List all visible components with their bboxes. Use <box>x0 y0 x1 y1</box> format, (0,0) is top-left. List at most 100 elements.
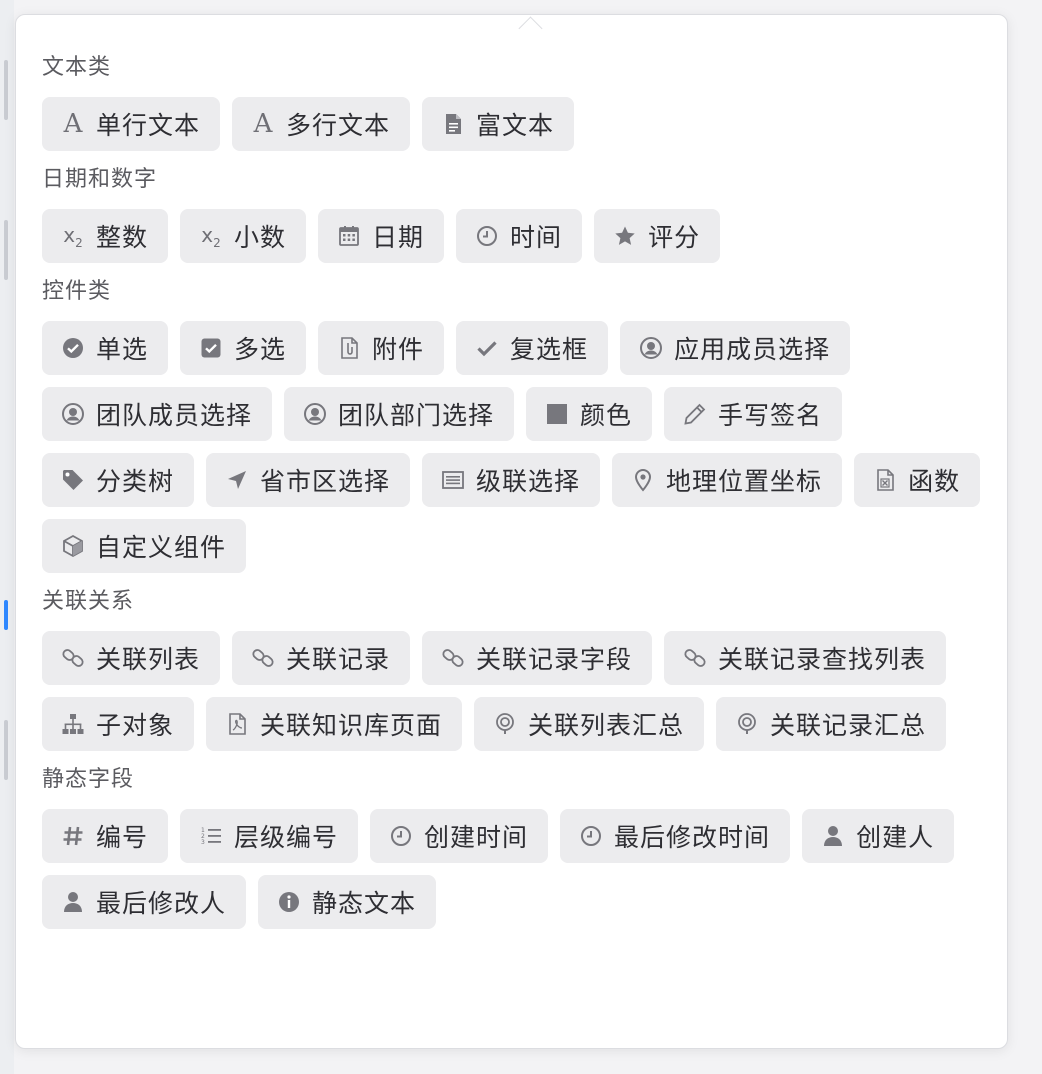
field-type-option[interactable]: x2 整数 <box>42 209 169 263</box>
field-type-label: 关联列表 <box>96 645 201 674</box>
field-type-label: 应用成员选择 <box>674 335 831 364</box>
field-type-option[interactable]: 最后修改人 <box>42 875 247 929</box>
field-type-option[interactable]: 关联记录字段 <box>422 631 653 685</box>
section-title: 文本类 <box>42 55 112 80</box>
field-type-row: x2 整数 x2 小数 日期 时间 评分 <box>42 209 987 263</box>
field-type-option[interactable]: 编号 <box>42 809 169 863</box>
link-icon <box>682 645 708 671</box>
calendar-icon <box>336 223 362 249</box>
field-type-option[interactable]: 自定义组件 <box>42 519 247 573</box>
hierarchy-icon <box>60 711 86 737</box>
field-type-option[interactable]: 评分 <box>594 209 721 263</box>
numbered-list-icon: 123 <box>198 823 224 849</box>
field-type-option[interactable]: 日期 <box>318 209 445 263</box>
field-group-section: 日期和数字 x2 整数 x2 小数 日期 时间 评分 <box>42 163 987 263</box>
field-type-option[interactable]: 级联选择 <box>422 453 601 507</box>
field-type-label: 层级编号 <box>234 823 339 852</box>
field-type-row: 单选 多选 附件 复选框 应用成员选择团队成员选择 团队部门选择 颜色 手写签名分类树 省市区选… <box>42 321 987 573</box>
field-type-label: 关联记录查找列表 <box>718 645 927 674</box>
field-type-option[interactable]: A 单行文本 <box>42 97 221 151</box>
field-type-option[interactable]: x2 小数 <box>180 209 307 263</box>
field-type-option[interactable]: 关联列表汇总 <box>474 697 705 751</box>
field-type-label: 团队成员选择 <box>96 401 253 430</box>
field-type-label: 复选框 <box>510 335 589 364</box>
field-type-label: 省市区选择 <box>260 467 391 496</box>
field-type-label: 富文本 <box>476 111 555 140</box>
field-type-option[interactable]: 附件 <box>318 321 445 375</box>
field-type-option[interactable]: 时间 <box>456 209 583 263</box>
user-circle-icon <box>638 335 664 361</box>
field-type-label: 单选 <box>96 335 149 364</box>
field-type-option[interactable]: 手写签名 <box>664 387 843 441</box>
field-type-option[interactable]: 应用成员选择 <box>620 321 851 375</box>
field-type-label: 编号 <box>96 823 149 852</box>
field-type-option[interactable]: 团队部门选择 <box>284 387 515 441</box>
field-type-option[interactable]: 单选 <box>42 321 169 375</box>
background-page-edge <box>0 0 14 1074</box>
cube-icon <box>60 533 86 559</box>
field-type-option[interactable]: 最后修改时间 <box>560 809 791 863</box>
checkmark-icon <box>474 335 500 361</box>
field-type-option[interactable]: A 多行文本 <box>232 97 411 151</box>
field-group-section: 文本类 A 单行文本 A 多行文本 富文本 <box>42 51 987 151</box>
field-type-label: 地理位置坐标 <box>666 467 823 496</box>
aggregate-pin-icon <box>734 711 760 737</box>
field-type-label: 自定义组件 <box>96 533 227 562</box>
field-type-option[interactable]: 关联记录 <box>232 631 411 685</box>
hash-icon <box>60 823 86 849</box>
clock-icon <box>578 823 604 849</box>
field-type-label: 创建时间 <box>424 823 529 852</box>
field-type-list: 文本类 A 单行文本 A 多行文本 富文本 日期和数字 x2 整数 x2 小数 日期 时间 评分 控件类 单选… <box>42 51 987 941</box>
field-type-label: 多行文本 <box>286 111 391 140</box>
field-type-label: 团队部门选择 <box>338 401 495 430</box>
field-type-label: 最后修改时间 <box>614 823 771 852</box>
field-type-option[interactable]: 静态文本 <box>258 875 437 929</box>
background-marker <box>4 220 8 280</box>
field-type-option[interactable]: 团队成员选择 <box>42 387 273 441</box>
field-type-option[interactable]: 关联记录查找列表 <box>664 631 947 685</box>
function-file-icon <box>872 467 898 493</box>
radio-check-icon <box>60 335 86 361</box>
field-type-option[interactable]: 多选 <box>180 321 307 375</box>
user-circle-icon <box>60 401 86 427</box>
field-type-option[interactable]: 分类树 <box>42 453 195 507</box>
section-title: 控件类 <box>42 279 112 304</box>
info-icon <box>276 889 302 915</box>
field-type-label: 级联选择 <box>476 467 581 496</box>
field-type-option[interactable]: 函数 <box>854 453 981 507</box>
field-type-option[interactable]: 关联列表 <box>42 631 221 685</box>
field-type-option[interactable]: 省市区选择 <box>206 453 411 507</box>
field-type-option[interactable]: 富文本 <box>422 97 575 151</box>
subscript-x-icon: x2 <box>201 222 221 250</box>
field-type-label: 颜色 <box>580 401 633 430</box>
pdf-file-icon <box>224 711 250 737</box>
field-type-label: 关联知识库页面 <box>260 711 443 740</box>
field-type-option[interactable]: 关联记录汇总 <box>716 697 947 751</box>
field-type-option[interactable]: 关联知识库页面 <box>206 697 463 751</box>
field-type-option[interactable]: 复选框 <box>456 321 609 375</box>
pencil-icon <box>682 401 708 427</box>
field-type-label: 静态文本 <box>312 889 417 918</box>
field-type-option[interactable]: 创建人 <box>802 809 955 863</box>
field-group-section: 静态字段 编号 1 2 3 层级编号 创建时间 最后修改时间 创建人 最后修改人 静态文本 <box>42 763 987 929</box>
document-icon <box>440 111 466 137</box>
field-type-row: 编号 1 2 3 层级编号 创建时间 最后修改时间 创建人最后修改人 静态文本 <box>42 809 987 929</box>
color-square-icon <box>544 401 570 427</box>
list-box-icon <box>440 467 466 493</box>
field-type-label: 关联记录汇总 <box>770 711 927 740</box>
field-type-row: 关联列表 关联记录 关联记录字段 关联记录查找列表子对象 关联知识库页面 关联列表汇总 关联… <box>42 631 987 751</box>
subscript-x-icon: x2 <box>63 222 83 250</box>
field-type-label: 函数 <box>908 467 961 496</box>
field-type-option[interactable]: 颜色 <box>526 387 653 441</box>
field-type-option[interactable]: 子对象 <box>42 697 195 751</box>
field-type-label: 小数 <box>234 223 287 252</box>
map-pin-icon <box>630 467 656 493</box>
field-type-row: A 单行文本 A 多行文本 富文本 <box>42 97 987 151</box>
field-type-label: 关联记录 <box>286 645 391 674</box>
checkbox-icon <box>198 335 224 361</box>
link-icon <box>60 645 86 671</box>
field-type-option[interactable]: 创建时间 <box>370 809 549 863</box>
field-type-label: 日期 <box>372 223 425 252</box>
field-type-option[interactable]: 1 2 3 层级编号 <box>180 809 359 863</box>
field-type-option[interactable]: 地理位置坐标 <box>612 453 843 507</box>
